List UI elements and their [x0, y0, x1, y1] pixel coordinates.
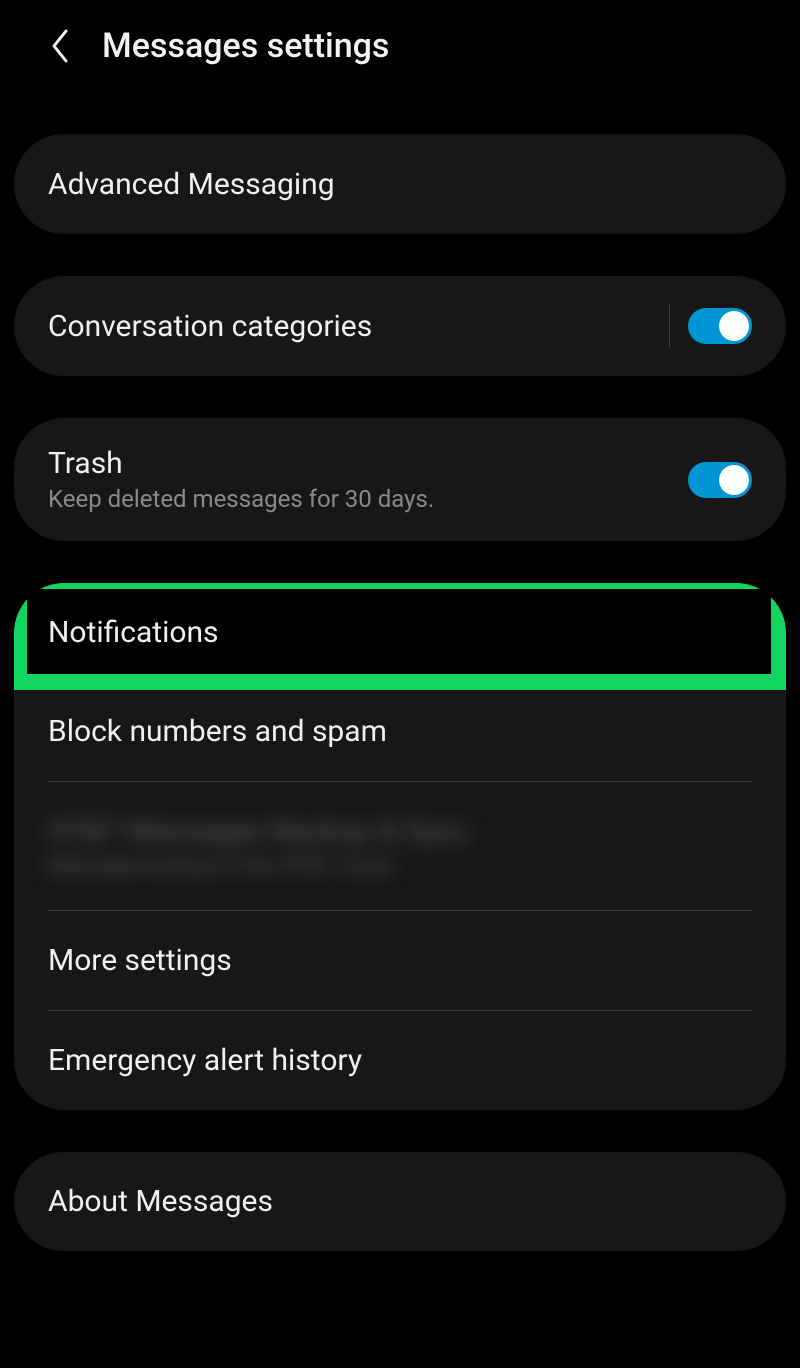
block-numbers-label: Block numbers and spam	[48, 714, 752, 749]
emergency-alert-label: Emergency alert history	[48, 1043, 752, 1078]
about-messages-item[interactable]: About Messages	[14, 1152, 786, 1251]
more-settings-item[interactable]: More settings	[14, 911, 786, 1010]
toggle-container	[688, 462, 752, 498]
notifications-label: Notifications	[48, 615, 752, 650]
toggle-container	[669, 304, 752, 348]
trash-label: Trash	[48, 446, 434, 481]
conversation-categories-label: Conversation categories	[48, 309, 372, 344]
trash-toggle[interactable]	[688, 462, 752, 498]
conversation-categories-toggle[interactable]	[688, 308, 752, 344]
redacted-label: AT&T Messages Backup & Sync	[48, 814, 752, 849]
redacted-item[interactable]: AT&T Messages Backup & Sync Message back…	[14, 782, 786, 910]
page-title: Messages settings	[102, 26, 389, 66]
advanced-messaging-item[interactable]: Advanced Messaging	[14, 134, 786, 234]
redacted-subtitle: Message backup in the AT&T cloud	[48, 853, 752, 878]
about-messages-label: About Messages	[48, 1184, 273, 1219]
trash-subtitle: Keep deleted messages for 30 days.	[48, 485, 434, 513]
back-icon[interactable]	[48, 27, 72, 65]
advanced-messaging-label: Advanced Messaging	[48, 167, 335, 202]
toggle-separator	[669, 304, 670, 348]
trash-item[interactable]: Trash Keep deleted messages for 30 days.	[14, 418, 786, 541]
conversation-categories-item[interactable]: Conversation categories	[14, 276, 786, 376]
emergency-alert-item[interactable]: Emergency alert history	[14, 1011, 786, 1110]
block-numbers-item[interactable]: Block numbers and spam	[14, 682, 786, 781]
settings-content: Advanced Messaging Conversation categori…	[0, 92, 800, 1251]
more-settings-label: More settings	[48, 943, 752, 978]
header: Messages settings	[0, 0, 800, 92]
notifications-item[interactable]: Notifications	[14, 583, 786, 682]
settings-group: Notifications Block numbers and spam AT&…	[14, 583, 786, 1110]
